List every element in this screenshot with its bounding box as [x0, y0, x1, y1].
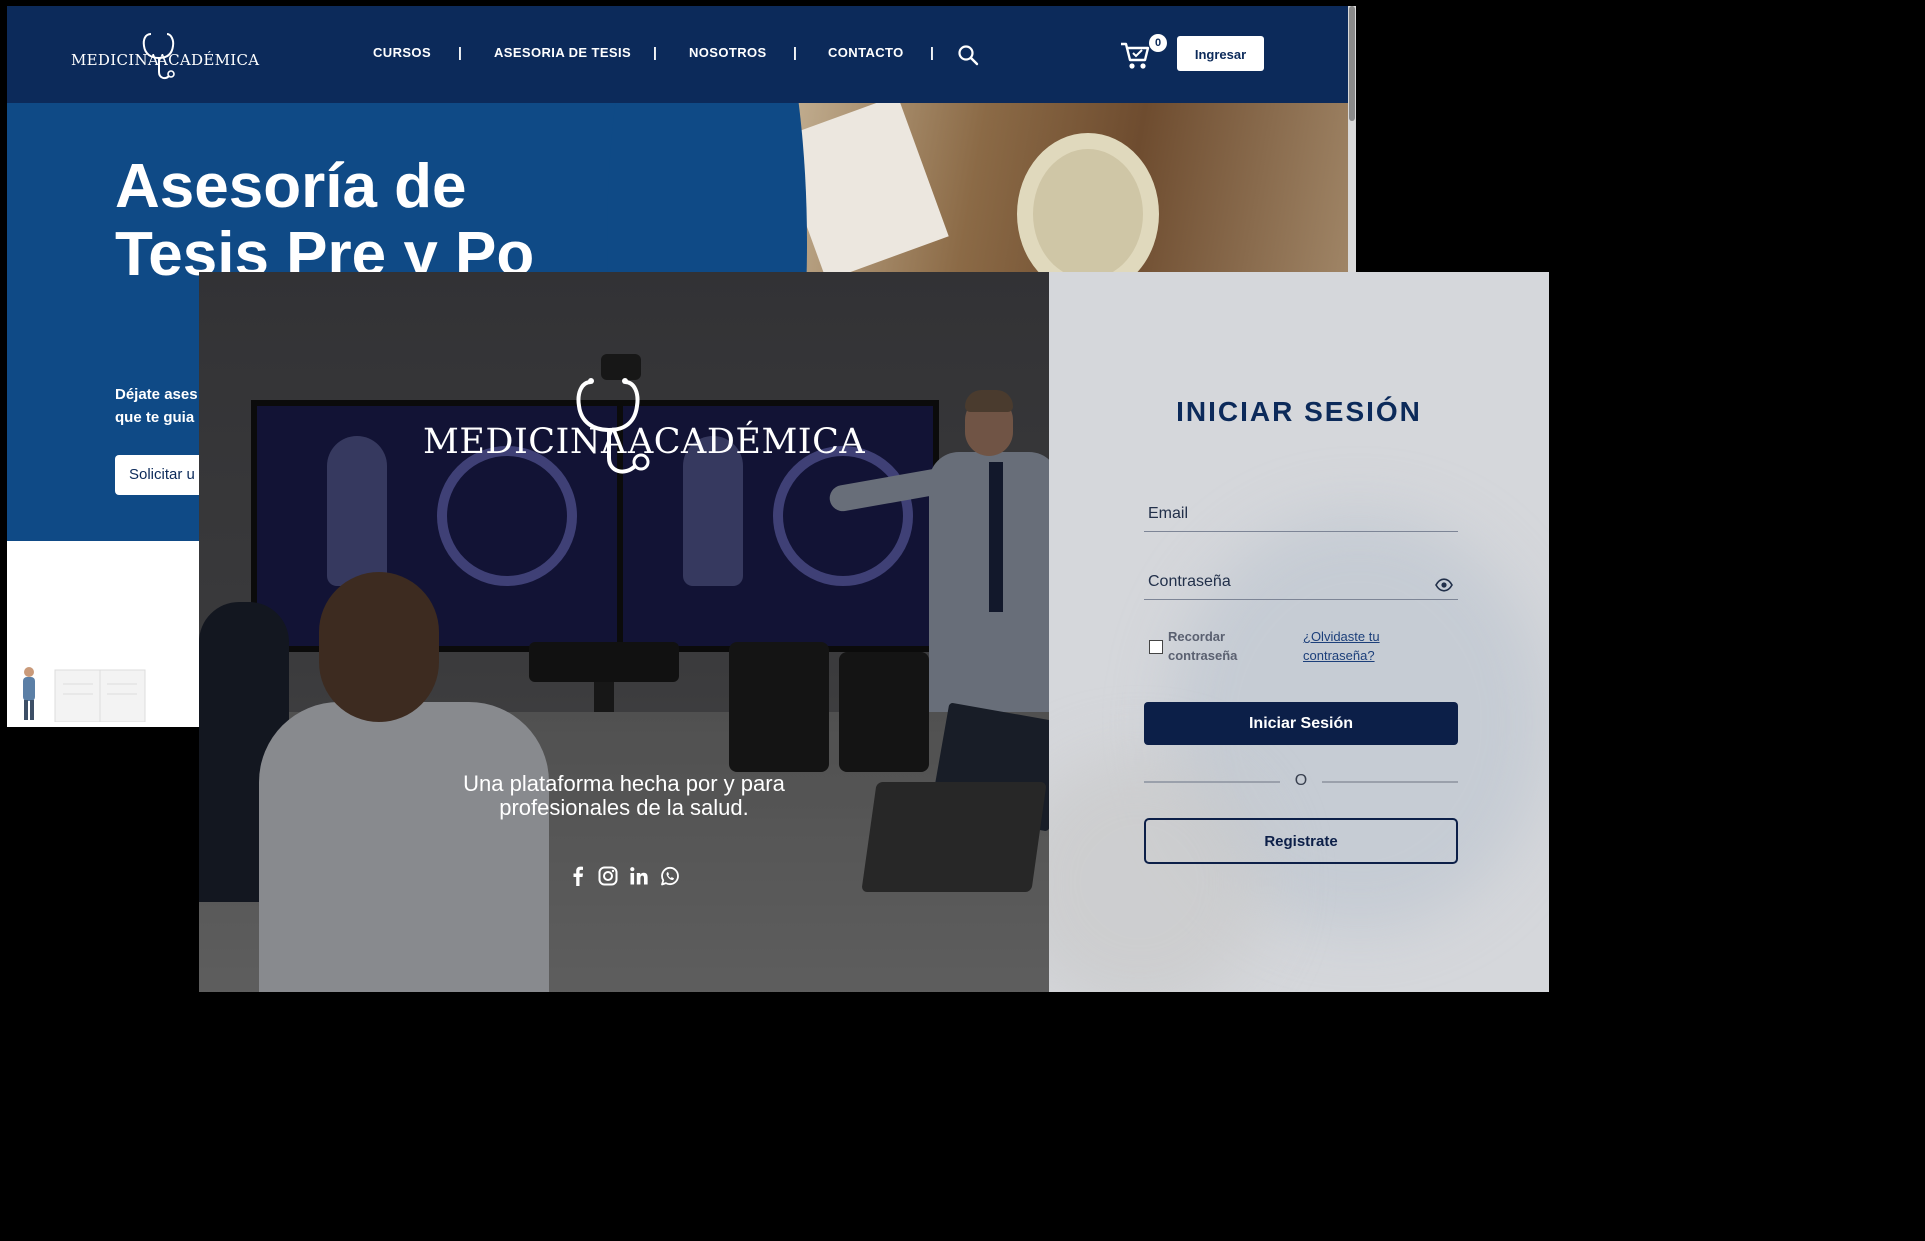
nav-asesoria-de-tesis[interactable]: ASESORIA DE TESIS [494, 45, 631, 60]
social-links [567, 865, 683, 889]
tagline: Una plataforma hecha por y para profesio… [399, 772, 849, 820]
login-logo: MEDICINA ACADÉMICA [421, 350, 865, 480]
logo-word-1: MEDICINA [423, 422, 627, 462]
cart-icon[interactable] [1119, 40, 1153, 72]
hero-photo [607, 103, 1348, 541]
nav-separator: | [930, 44, 934, 60]
search-icon[interactable] [957, 44, 979, 66]
logo-word-1: MEDICINA [71, 51, 160, 69]
divider-line [1144, 781, 1280, 783]
remember-checkbox[interactable] [1149, 640, 1163, 654]
nav-cursos[interactable]: CURSOS [373, 45, 431, 60]
tagline-line-2: profesionales de la salud. [499, 795, 749, 820]
login-window: MEDICINA ACADÉMICA Una plataforma hecha … [199, 272, 1549, 992]
scrollbar-thumb[interactable] [1349, 6, 1355, 121]
nav-contacto[interactable]: CONTACTO [828, 45, 904, 60]
cart-count-badge: 0 [1149, 34, 1167, 52]
nav-separator: | [653, 44, 657, 60]
facebook-icon[interactable] [567, 865, 589, 887]
eye-icon[interactable] [1435, 578, 1453, 592]
divider-line [1322, 781, 1458, 783]
forgot-password-link[interactable]: ¿Olvidaste tu contraseña? [1303, 627, 1413, 665]
hero-title: Asesoría de Tesis Pre y Po [115, 152, 535, 289]
password-field[interactable] [1144, 564, 1458, 600]
nav-separator: | [458, 44, 462, 60]
divider-text: O [1294, 772, 1308, 789]
linkedin-icon[interactable] [628, 865, 650, 887]
instagram-icon[interactable] [597, 865, 619, 887]
login-form-panel: INICIAR SESIÓN Recordar contraseña ¿Olvi… [1049, 272, 1549, 992]
login-photo-panel: MEDICINA ACADÉMICA Una plataforma hecha … [199, 272, 1049, 992]
nav-separator: | [793, 44, 797, 60]
site-logo[interactable]: MEDICINA ACADÉMICA [71, 32, 261, 82]
nav-nosotros[interactable]: NOSOTROS [689, 45, 767, 60]
logo-word-2: ACADÉMICA [157, 51, 260, 69]
illustration-icon [23, 667, 146, 722]
register-button[interactable]: Registrate [1144, 818, 1458, 864]
login-submit-button[interactable]: Iniciar Sesión [1144, 702, 1458, 745]
remember-label: Recordar contraseña [1168, 629, 1238, 663]
ingresar-button[interactable]: Ingresar [1177, 36, 1264, 71]
hero-photo-cup [1017, 133, 1159, 295]
tagline-line-1: Una plataforma hecha por y para [463, 771, 785, 796]
login-title: INICIAR SESIÓN [1176, 396, 1422, 427]
site-navbar: MEDICINA ACADÉMICA CURSOS | ASESORIA DE … [7, 6, 1348, 103]
email-field[interactable] [1144, 496, 1458, 532]
whatsapp-icon[interactable] [659, 865, 681, 887]
logo-word-2: ACADÉMICA [628, 422, 866, 462]
